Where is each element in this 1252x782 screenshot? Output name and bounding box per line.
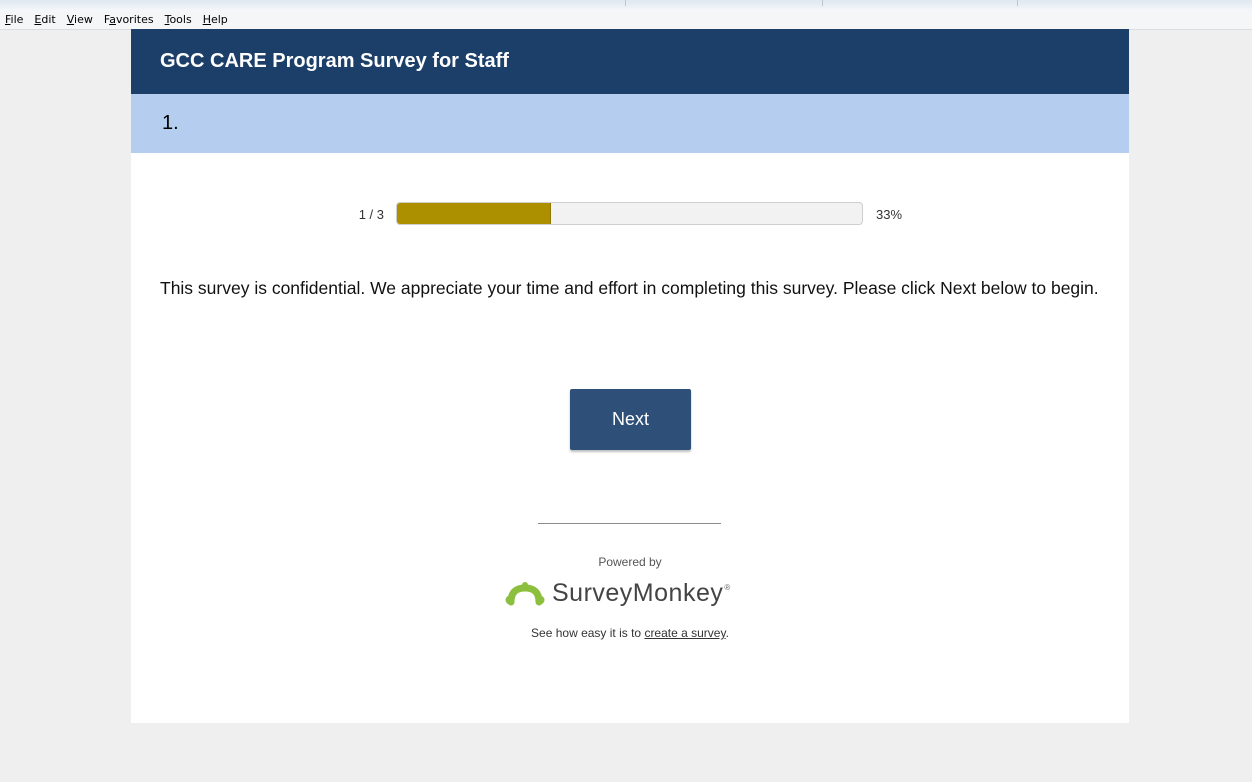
survey-page: GCC CARE Program Survey for Staff 1. 1 /…	[131, 29, 1129, 723]
survey-title: GCC CARE Program Survey for Staff	[160, 50, 509, 72]
surveymonkey-logo[interactable]: SurveyMonkey ®	[505, 577, 730, 609]
menu-help[interactable]: Help	[198, 13, 234, 26]
progress-percent: 33%	[876, 207, 903, 222]
next-button[interactable]: Next	[570, 389, 691, 450]
progress-bar-fill	[397, 203, 552, 224]
progress-row: 1 / 3 33%	[131, 201, 1129, 227]
create-survey-link[interactable]: create a survey	[644, 626, 725, 640]
progress-count: 1 / 3	[358, 207, 384, 222]
footer-divider	[538, 523, 721, 524]
progress-bar	[396, 202, 863, 225]
browser-tab[interactable]	[626, 0, 823, 6]
surveymonkey-monkey-icon	[505, 582, 545, 606]
powered-by-text: Powered by	[598, 555, 662, 569]
menu-favorites[interactable]: Favorites	[99, 13, 160, 26]
browser-tab[interactable]	[823, 0, 1018, 6]
page-title: 1.	[162, 112, 179, 134]
menu-tools[interactable]: Tools	[160, 13, 198, 26]
page-title-bar: 1.	[131, 94, 1129, 153]
menu-edit[interactable]: Edit	[29, 13, 61, 26]
menu-bar: File Edit View Favorites Tools Help	[0, 10, 1252, 30]
survey-header: GCC CARE Program Survey for Staff	[131, 29, 1129, 94]
browser-tab[interactable]	[75, 0, 626, 6]
intro-text: This survey is confidential. We apprecia…	[160, 278, 1099, 298]
menu-file[interactable]: File	[0, 13, 29, 26]
surveymonkey-wordmark: SurveyMonkey	[552, 578, 724, 607]
trademark-symbol: ®	[724, 582, 731, 592]
menu-view[interactable]: View	[62, 13, 99, 26]
create-survey-line: See how easy it is to create a survey.	[531, 626, 729, 640]
